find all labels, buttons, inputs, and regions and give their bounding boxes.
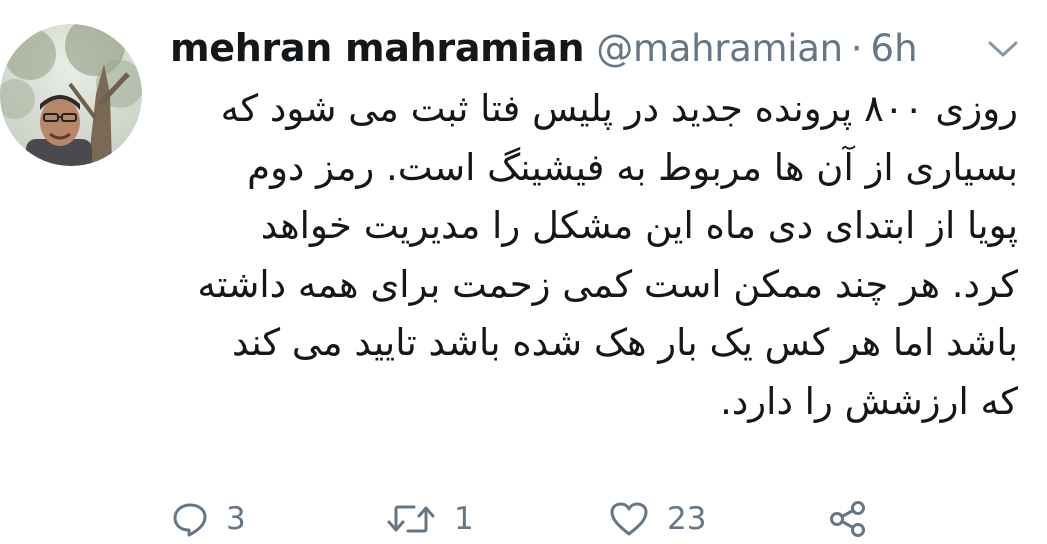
tweet-actions-bar: 3 1 23 (0, 494, 1047, 544)
tweet-text-line: پویا از ابتدای دی ماه این مشکل را مدیریت… (260, 204, 1018, 247)
tweet-text-line: روزی ۸۰۰ پرونده جدید در پلیس فتا ثبت می … (220, 87, 1018, 130)
tweet-text-line: کرد. هر چند ممکن است کمی زحمت برای همه د… (197, 262, 1018, 306)
tweet-text: روزی ۸۰۰ پرونده جدید در پلیس فتا ثبت می … (160, 80, 1018, 431)
author-name[interactable]: mehran mahramian (170, 26, 585, 70)
share-icon (830, 501, 865, 537)
share-button[interactable] (828, 494, 868, 544)
tweet-header: mehran mahramian @mahramian · 6h (170, 22, 918, 74)
tweet-text-line: باشد اما هر کس یک بار هک شده باشد تایید … (231, 321, 1018, 364)
like-button[interactable]: 23 (609, 494, 706, 544)
retweet-button[interactable]: 1 (386, 494, 474, 544)
author-handle[interactable]: @mahramian (596, 27, 843, 70)
avatar-photo (0, 24, 142, 166)
tweet-text-line: که ارزشش را دارد. (720, 379, 1018, 423)
chevron-down-icon[interactable] (985, 36, 1021, 62)
reply-icon (173, 503, 207, 537)
header-separator: · (850, 26, 863, 70)
avatar[interactable] (0, 24, 142, 166)
tweet-timestamp[interactable]: 6h (871, 27, 918, 70)
reply-count: 3 (226, 501, 246, 537)
tweet-text-line: بسیاری از آن ها مربوط به فیشینگ است. رمز… (247, 145, 1018, 189)
retweet-count: 1 (454, 501, 474, 537)
reply-button[interactable]: 3 (172, 494, 246, 544)
retweet-icon (387, 505, 435, 533)
like-count: 23 (667, 501, 707, 537)
heart-icon (610, 502, 648, 536)
